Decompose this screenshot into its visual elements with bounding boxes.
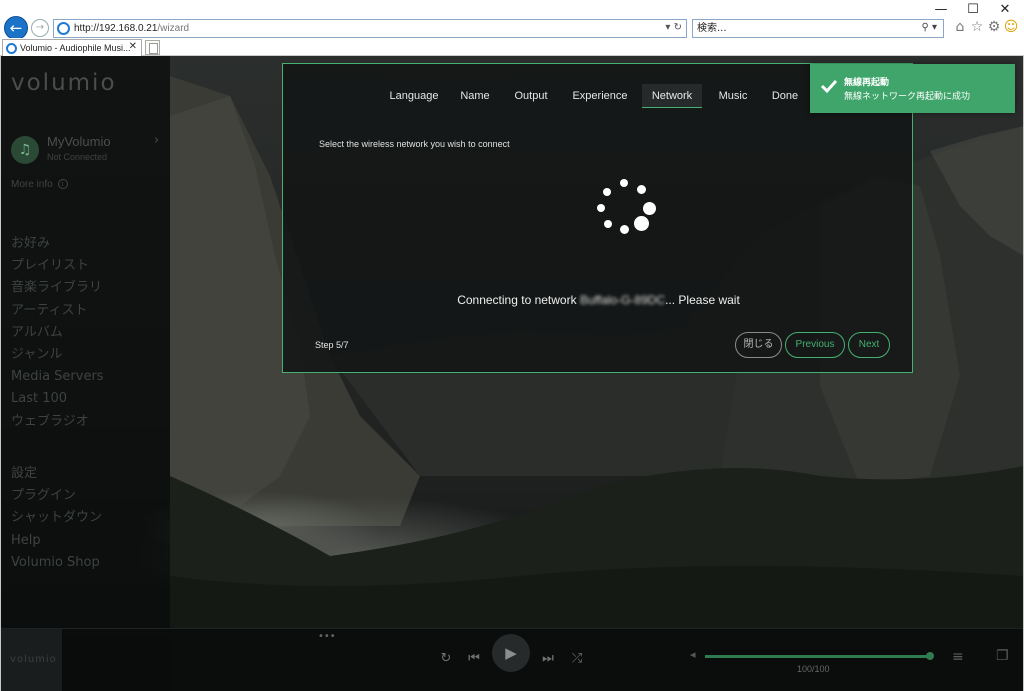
tab-title: Volumio - Audiophile Musi... — [20, 43, 131, 53]
close-window-button[interactable]: ✕ — [990, 2, 1020, 18]
address-bar[interactable]: http://192.168.0.21/wizard ▾ ↻ — [53, 19, 687, 38]
spinner-dot — [643, 202, 656, 215]
wizard-step-done[interactable]: Done — [765, 84, 805, 108]
toast-message: 無線ネットワーク再起動に成功 — [844, 92, 971, 102]
address-url[interactable]: http://192.168.0.21/wizard — [74, 23, 189, 34]
sidebar-item-genres[interactable]: ジャンル — [11, 344, 104, 366]
sidebar-nav-main: お好み プレイリスト 音楽ライブラリ アーティスト アルバム ジャンル Medi… — [11, 233, 104, 433]
wizard-step-experience[interactable]: Experience — [568, 84, 632, 108]
refresh-icon[interactable]: ▾ ↻ — [665, 22, 682, 33]
wizard-subtitle: Select the wireless network you wish to … — [319, 139, 510, 149]
play-icon[interactable]: ▶ — [492, 634, 530, 672]
music-note-icon: ♫ — [11, 136, 39, 164]
sidebar-nav-secondary: 設定 プラグイン シャットダウン Help Volumio Shop — [11, 463, 102, 574]
search-icon[interactable]: ⚲ ▾ — [921, 22, 937, 33]
wizard-step-counter: Step 5/7 — [315, 340, 349, 350]
browser-tab[interactable]: Volumio - Audiophile Musi... ✕ — [2, 39, 142, 56]
sidebar-item-settings[interactable]: 設定 — [11, 463, 102, 485]
library-icon[interactable]: ❐ — [996, 648, 1009, 664]
smiley-feedback-icon[interactable]: ☺ — [1003, 19, 1019, 37]
url-host: http://192.168.0.21 — [74, 23, 158, 34]
spinner-dot — [604, 220, 612, 228]
sidebar-item-help[interactable]: Help — [11, 530, 102, 552]
back-button[interactable]: ← — [4, 16, 28, 40]
minimize-window-button[interactable]: — — [926, 2, 956, 18]
sidebar-item-web-radio[interactable]: ウェブラジオ — [11, 411, 104, 433]
connection-status: Connecting to network Buffalo-G-89DC... … — [283, 293, 914, 307]
settings-gear-icon[interactable]: ⚙ — [986, 19, 1002, 37]
browser-search-box[interactable]: ⚲ ▾ — [692, 19, 944, 38]
sidebar-item-plugins[interactable]: プラグイン — [11, 485, 102, 507]
album-art[interactable]: volumio — [0, 629, 62, 691]
more-info-label: More info — [11, 179, 53, 190]
browser-toolbar: — ☐ ✕ ← → http://192.168.0.21/wizard ▾ ↻… — [0, 0, 1024, 40]
forward-button[interactable]: → — [31, 19, 49, 37]
search-input[interactable] — [697, 22, 897, 35]
info-icon: i — [57, 179, 68, 190]
sidebar-item-last-100[interactable]: Last 100 — [11, 388, 104, 410]
close-button[interactable]: 閉じる — [735, 332, 782, 358]
repeat-icon[interactable]: ↻ — [436, 649, 456, 669]
next-button[interactable]: Next — [848, 332, 890, 358]
sidebar-item-media-servers[interactable]: Media Servers — [11, 366, 104, 388]
spinner-dot — [603, 188, 611, 196]
sidebar-item-artists[interactable]: アーティスト — [11, 300, 104, 322]
sidebar-item-favourites[interactable]: お好み — [11, 233, 104, 255]
more-options-icon[interactable]: ••• — [318, 631, 336, 642]
player-bar: volumio ••• ↻ ⏮ ▶ ⏭ ⤮ ◂ 100/100 ≡ ❐ — [0, 628, 1024, 691]
wizard-step-music[interactable]: Music — [713, 84, 753, 108]
myvolumio-status: Not Connected — [47, 152, 108, 162]
queue-icon[interactable]: ≡ — [952, 649, 964, 665]
status-prefix: Connecting to network — [457, 293, 580, 307]
success-toast[interactable]: 無線再起動 無線ネットワーク再起動に成功 — [810, 64, 1015, 113]
favorites-icon[interactable]: ☆ — [969, 19, 985, 37]
ie-page-icon — [57, 22, 70, 35]
previous-track-icon[interactable]: ⏮ — [464, 649, 484, 669]
spinner-dot — [620, 225, 629, 234]
myvolumio-name[interactable]: MyVolumio — [47, 134, 111, 149]
forward-arrow-icon: → — [35, 22, 45, 33]
shuffle-icon[interactable]: ⤮ — [567, 649, 587, 669]
sidebar-item-music-library[interactable]: 音楽ライブラリ — [11, 277, 104, 299]
network-ssid: Buffalo-G-89DC — [579, 293, 666, 307]
url-path: /wizard — [157, 23, 190, 34]
spinner-dot — [620, 179, 628, 187]
spinner-dot — [597, 204, 605, 212]
volumio-logo[interactable]: volumio — [11, 70, 117, 96]
next-track-icon[interactable]: ⏭ — [538, 649, 558, 669]
home-icon[interactable]: ⌂ — [952, 19, 968, 37]
volume-label: 100/100 — [797, 664, 830, 674]
sidebar-item-albums[interactable]: アルバム — [11, 322, 104, 344]
sidebar: volumio ♫ MyVolumio Not Connected › More… — [0, 56, 170, 628]
tab-close-icon[interactable]: ✕ — [129, 41, 137, 52]
volume-slider[interactable] — [705, 652, 934, 660]
sidebar-item-shutdown[interactable]: シャットダウン — [11, 507, 102, 529]
volumio-page: volumio ♫ MyVolumio Not Connected › More… — [0, 56, 1024, 691]
previous-button[interactable]: Previous — [785, 332, 845, 358]
tab-favicon-icon — [6, 43, 17, 54]
volume-fill — [705, 655, 930, 658]
maximize-window-button[interactable]: ☐ — [958, 2, 988, 18]
volume-down-icon[interactable]: ◂ — [690, 648, 696, 661]
album-art-logo: volumio — [10, 654, 57, 665]
spinner-dot — [634, 216, 649, 231]
sidebar-item-volumio-shop[interactable]: Volumio Shop — [11, 552, 102, 574]
new-tab-button[interactable] — [145, 40, 160, 55]
tab-strip: Volumio - Audiophile Musi... ✕ — [0, 38, 1024, 56]
more-info-link[interactable]: More info i — [11, 179, 68, 190]
volume-handle[interactable] — [926, 652, 934, 660]
window-border-left — [0, 56, 1, 691]
checkmark-icon — [820, 79, 838, 94]
sidebar-item-playlists[interactable]: プレイリスト — [11, 255, 104, 277]
wizard-step-language[interactable]: Language — [384, 84, 444, 108]
toast-title: 無線再起動 — [844, 78, 890, 88]
spinner-dot — [637, 185, 646, 194]
wizard-step-output[interactable]: Output — [508, 84, 554, 108]
back-arrow-icon: ← — [9, 19, 23, 37]
status-suffix: ... Please wait — [665, 293, 740, 307]
wizard-step-name[interactable]: Name — [455, 84, 495, 108]
loading-spinner-icon — [596, 179, 656, 240]
chevron-right-icon[interactable]: › — [154, 133, 159, 148]
wizard-step-network[interactable]: Network — [642, 84, 702, 108]
